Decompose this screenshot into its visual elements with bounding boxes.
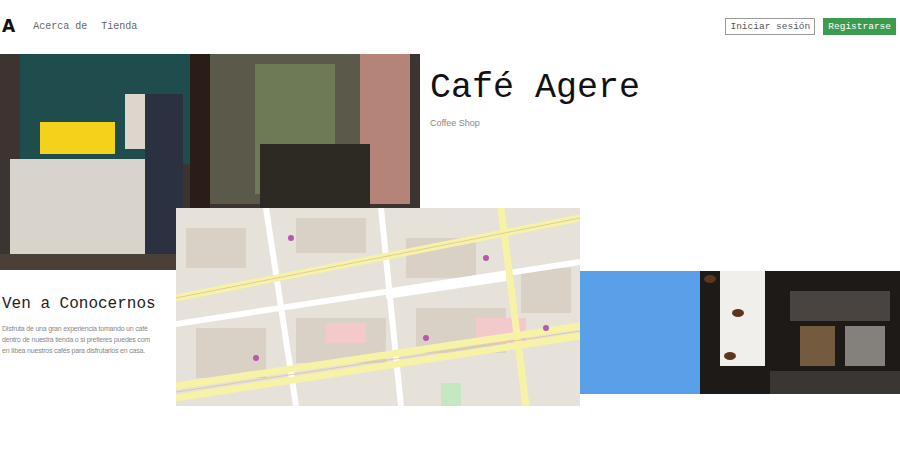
nav-link[interactable]: Acerca de	[33, 21, 87, 32]
hero-subtitle: Coffee Shop	[430, 118, 640, 128]
coffee-photo	[700, 271, 900, 394]
header: A Acerca de Tienda Iniciar sesión Registrars…	[0, 0, 900, 52]
login-button[interactable]: Iniciar sesión	[725, 18, 815, 35]
collage: Café Agere Coffee Shop Ven a Conocernos Dis…	[0, 52, 900, 450]
blue-block	[580, 271, 700, 394]
about-line: Disfruta de una gran experiencia tomando…	[2, 323, 174, 334]
about-title: Ven a Conocernos	[2, 295, 174, 313]
hero: Café Agere Coffee Shop	[430, 68, 640, 128]
register-button[interactable]: Registrarse	[823, 18, 896, 35]
about-text: Disfruta de una gran experiencia tomando…	[2, 323, 174, 356]
nav-link[interactable]: Tienda	[101, 21, 137, 32]
nav: Acerca de Tienda	[33, 21, 137, 32]
location-map[interactable]	[176, 208, 580, 406]
hero-title: Café Agere	[430, 68, 640, 108]
auth-buttons: Iniciar sesión Registrarse	[725, 18, 896, 35]
about-line: dentro de nuestra tienda o si prefieres …	[2, 334, 174, 345]
header-left: A Acerca de Tienda	[2, 16, 137, 36]
logo[interactable]: A	[2, 16, 15, 36]
about-section: Ven a Conocernos Disfruta de una gran exp…	[2, 295, 174, 356]
about-line: en líbea nuestros cafés para disfrutarlo…	[2, 345, 174, 356]
